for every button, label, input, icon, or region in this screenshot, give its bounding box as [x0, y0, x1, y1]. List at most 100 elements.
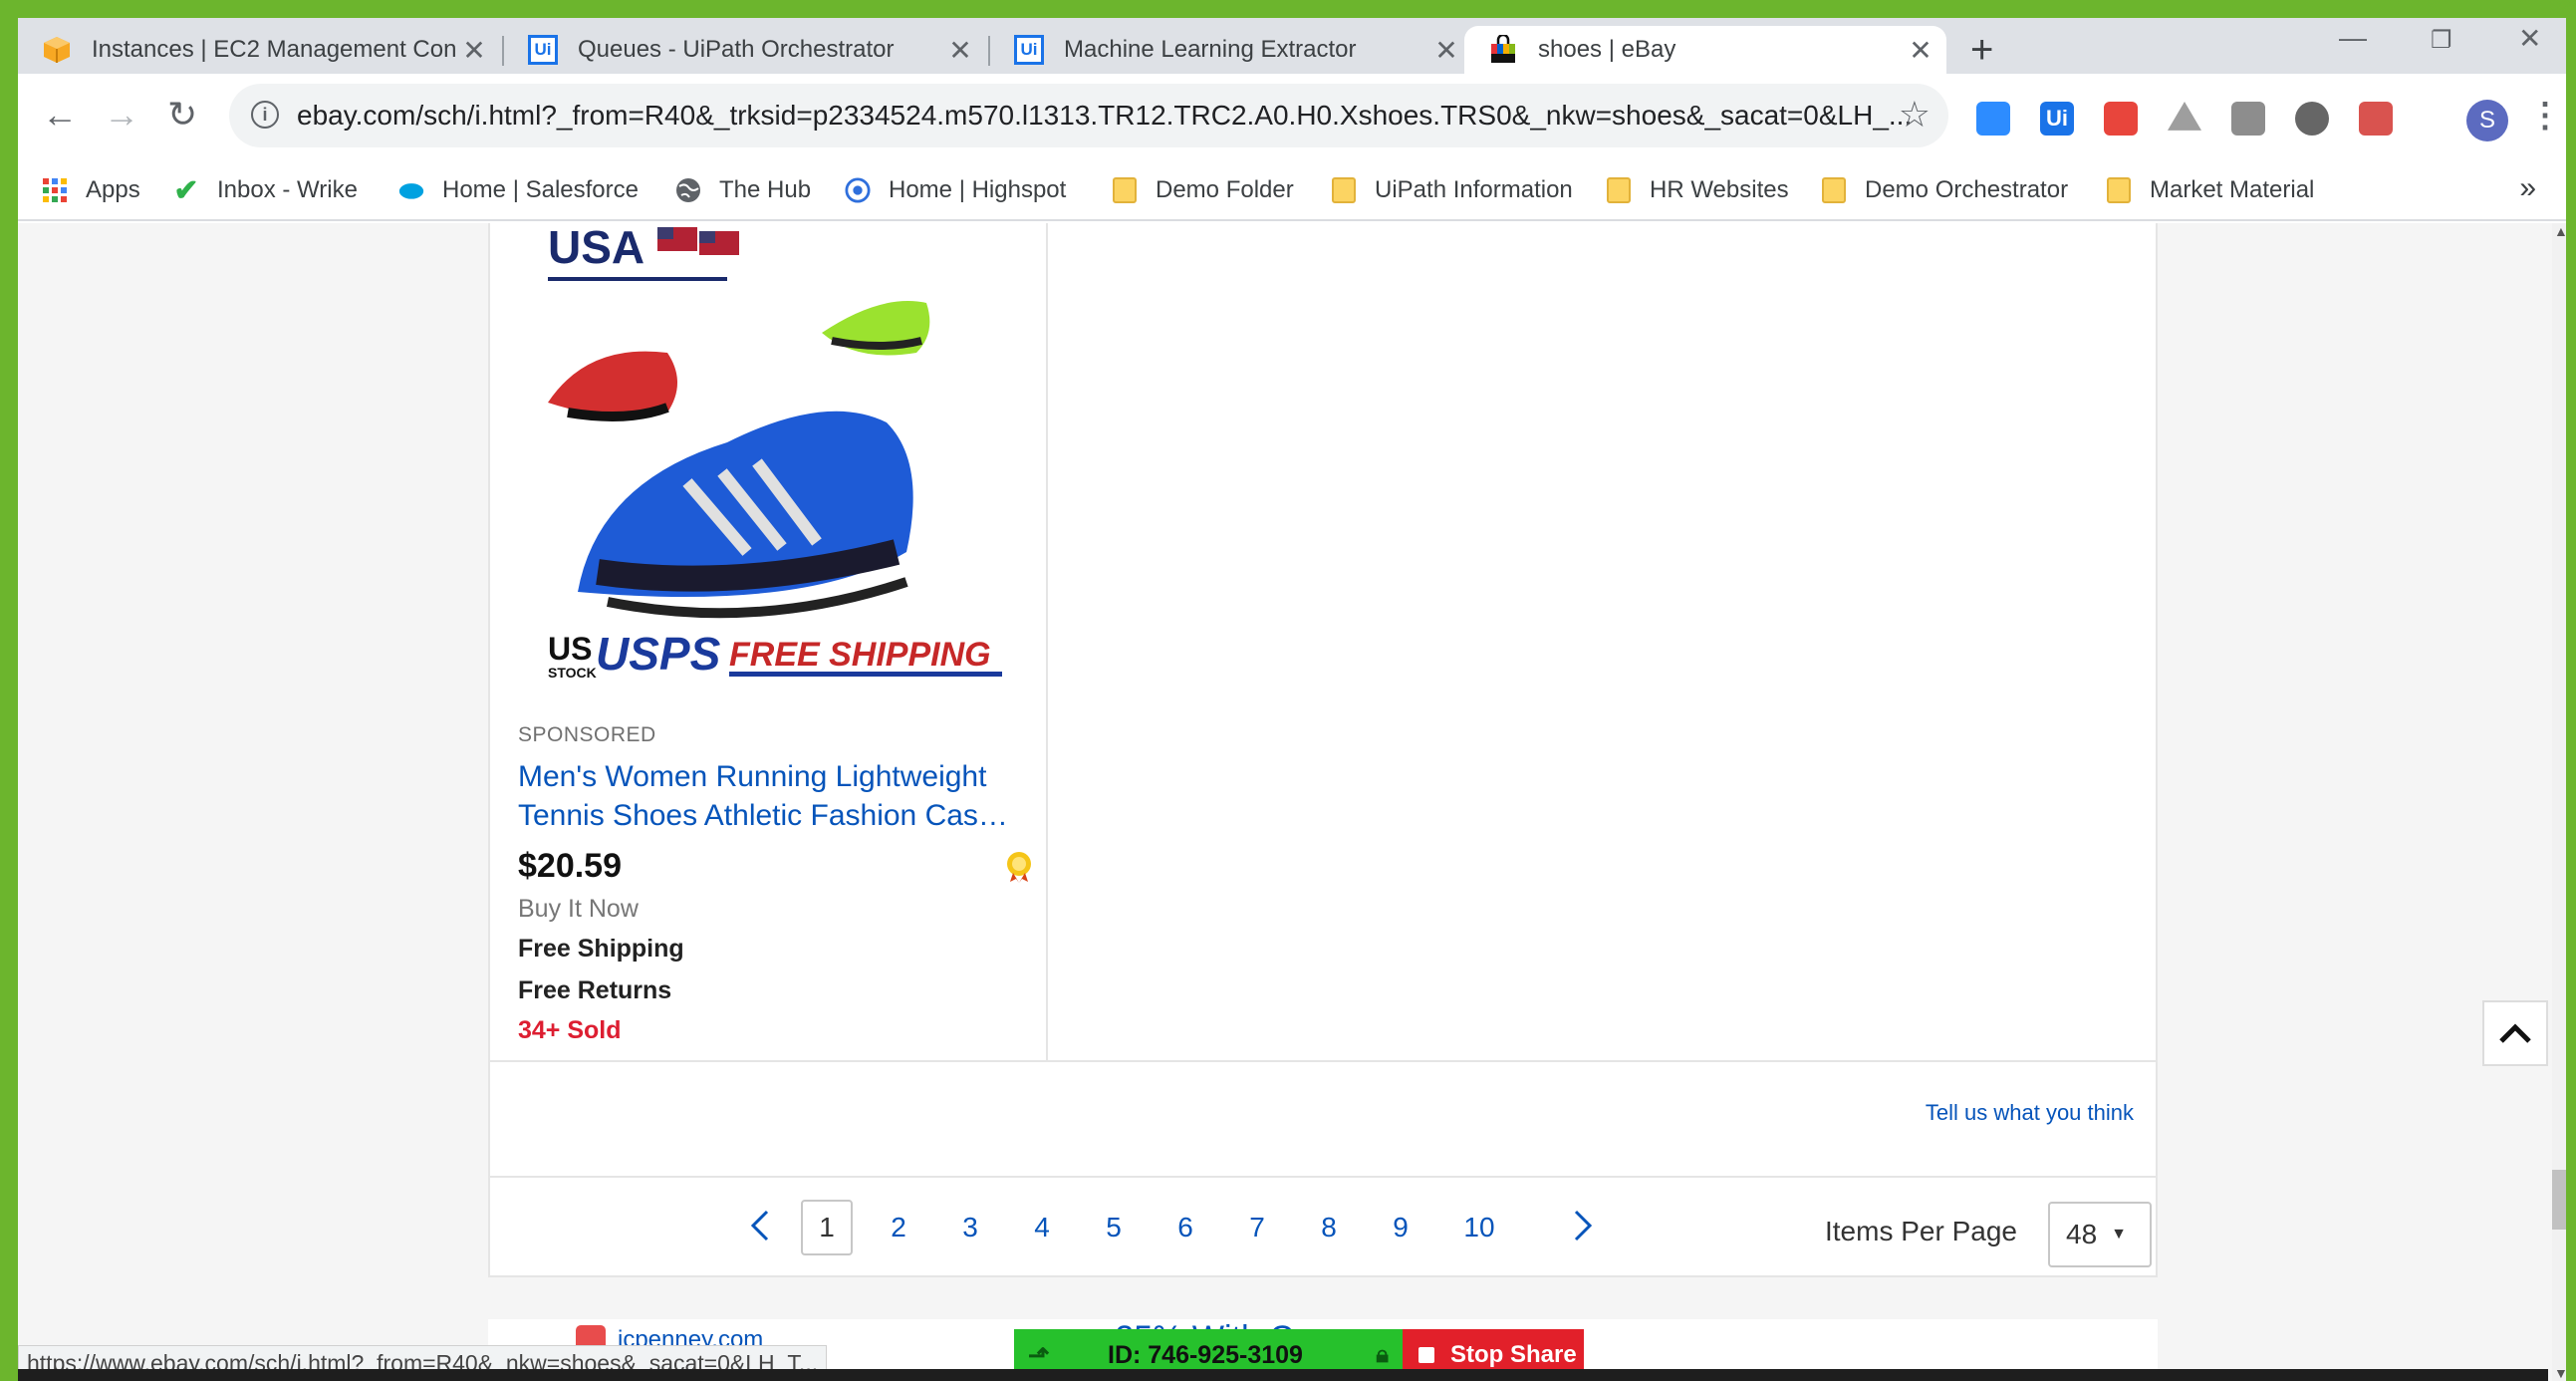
bookmark-the-hub[interactable]: The Hub: [675, 171, 811, 209]
sold-count-label: 34+ Sold: [518, 1016, 622, 1044]
divider: [490, 1060, 2156, 1062]
bookmark-highspot[interactable]: Home | Highspot: [845, 171, 1066, 209]
kebab-menu-icon[interactable]: ⋮: [2528, 96, 2562, 136]
bookmark-demo-folder[interactable]: Demo Folder: [1112, 171, 1294, 209]
close-icon[interactable]: ✕: [944, 34, 976, 67]
listing-title-link[interactable]: Men's Women Running Lightweight Tennis S…: [518, 757, 1026, 835]
folder-icon: [1331, 177, 1357, 203]
page-link-9[interactable]: 9: [1375, 1200, 1426, 1255]
back-to-top-button[interactable]: [2482, 1000, 2548, 1066]
stop-icon: [1418, 1347, 1434, 1363]
drive-extension-icon[interactable]: [2168, 102, 2201, 131]
scrollbar-thumb[interactable]: [2552, 1170, 2566, 1230]
lock-icon: 🔒︎: [1376, 1341, 1389, 1368]
items-per-page-select[interactable]: 48 ▼: [2048, 1202, 2152, 1267]
scroll-up-arrow-icon[interactable]: ▲: [2554, 223, 2566, 239]
image-us-text: US: [548, 631, 592, 667]
top-rated-badge-icon: [1002, 849, 1036, 883]
tab-orchestrator-queues[interactable]: Ui Queues - UiPath Orchestrator ✕: [504, 26, 986, 74]
page-link-5[interactable]: 5: [1088, 1200, 1140, 1255]
items-per-page-label: Items Per Page: [1825, 1216, 2017, 1246]
feedback-link[interactable]: Tell us what you think: [1926, 1100, 2134, 1126]
wrike-check-icon: ✔: [173, 173, 199, 207]
globe-icon: [675, 177, 701, 203]
bookmarks-bar: Apps ✔ Inbox - Wrike Home | Salesforce T…: [18, 159, 2566, 221]
results-card: USA US STOCK USPS FREE SHIPPING SPONSORE…: [488, 223, 2158, 1277]
bookmark-star-icon[interactable]: ☆: [1899, 94, 1931, 136]
bookmark-label: Demo Orchestrator: [1865, 176, 2069, 203]
reload-icon[interactable]: ↻: [167, 94, 197, 136]
bookmark-market-material[interactable]: Market Material: [2106, 171, 2314, 209]
page-link-8[interactable]: 8: [1303, 1200, 1355, 1255]
stop-share-label: Stop Share: [1450, 1341, 1577, 1368]
page-link-10[interactable]: 10: [1448, 1200, 1510, 1255]
salesforce-cloud-icon: [398, 177, 424, 203]
bookmark-extension-icon[interactable]: [2231, 102, 2265, 136]
apps-grid-icon: [42, 177, 68, 203]
page-link-4[interactable]: 4: [1016, 1200, 1068, 1255]
bookmark-salesforce[interactable]: Home | Salesforce: [398, 171, 639, 209]
uipath-icon: Ui: [1014, 35, 1044, 65]
folder-icon: [2106, 177, 2132, 203]
bookmark-label: Apps: [86, 176, 140, 203]
bookmark-label: Home | Salesforce: [442, 176, 639, 203]
buy-it-now-label: Buy It Now: [518, 895, 639, 923]
minimize-icon[interactable]: —: [2339, 22, 2367, 54]
page-link-1[interactable]: 1: [801, 1200, 853, 1255]
bookmark-label: HR Websites: [1650, 176, 1789, 203]
window-close-icon[interactable]: ✕: [2518, 22, 2541, 55]
uipath-icon: Ui: [528, 35, 558, 65]
folder-icon: [1821, 177, 1847, 203]
page-link-3[interactable]: 3: [944, 1200, 996, 1255]
pdf-extension-icon[interactable]: [2359, 102, 2393, 136]
bookmark-demo-orchestrator[interactable]: Demo Orchestrator: [1821, 171, 2068, 209]
restore-icon[interactable]: ❐: [2431, 26, 2452, 55]
prev-page-chevron-icon[interactable]: [747, 1206, 771, 1252]
address-bar[interactable]: i ebay.com/sch/i.html?_from=R40&_trksid=…: [229, 84, 1948, 147]
bookmark-wrike[interactable]: ✔ Inbox - Wrike: [173, 171, 358, 209]
image-usps-text: USPS: [596, 628, 721, 680]
avatar[interactable]: S: [2466, 100, 2508, 141]
close-icon[interactable]: ✕: [1430, 34, 1462, 67]
image-stock-text: STOCK: [548, 665, 597, 681]
product-image[interactable]: USA US STOCK USPS FREE SHIPPING: [538, 223, 1010, 682]
taskbar: [18, 1369, 2548, 1381]
page-viewport: USA US STOCK USPS FREE SHIPPING SPONSORE…: [18, 223, 2552, 1381]
scroll-down-arrow-icon[interactable]: ▼: [2554, 1365, 2566, 1381]
page-scrollbar[interactable]: ▲ ▼: [2552, 223, 2566, 1381]
red-extension-icon[interactable]: [2104, 102, 2138, 136]
highspot-icon: [845, 177, 871, 203]
forward-arrow-icon[interactable]: →: [104, 94, 139, 136]
bookmarks-overflow-button[interactable]: »: [2519, 171, 2536, 205]
caret-down-icon: ▼: [2111, 1226, 2127, 1243]
info-icon[interactable]: i: [251, 101, 279, 129]
close-icon[interactable]: ✕: [1905, 34, 1936, 67]
pin-icon[interactable]: ⬏: [1028, 1340, 1064, 1371]
page-link-7[interactable]: 7: [1231, 1200, 1283, 1255]
tab-ec2[interactable]: Instances | EC2 Management Con ✕: [18, 26, 500, 74]
tab-ebay-shoes[interactable]: shoes | eBay ✕: [1464, 26, 1946, 74]
free-shipping-label: Free Shipping: [518, 935, 684, 963]
folder-icon: [1606, 177, 1632, 203]
bookmark-label: The Hub: [719, 176, 812, 203]
bookmark-apps[interactable]: Apps: [42, 171, 140, 209]
zoom-extension-icon[interactable]: [1976, 102, 2010, 136]
close-icon[interactable]: ✕: [458, 34, 490, 67]
page-link-6[interactable]: 6: [1159, 1200, 1211, 1255]
browser-toolbar: ← → ↻ i ebay.com/sch/i.html?_from=R40&_t…: [18, 74, 2566, 159]
bookmark-hr-websites[interactable]: HR Websites: [1606, 171, 1789, 209]
chevron-up-icon: [2499, 1023, 2531, 1043]
listing-item[interactable]: USA US STOCK USPS FREE SHIPPING SPONSORE…: [490, 223, 1048, 1060]
new-tab-button[interactable]: +: [1970, 28, 1993, 73]
back-arrow-icon[interactable]: ←: [42, 94, 78, 136]
bookmark-uipath-information[interactable]: UiPath Information: [1331, 171, 1573, 209]
tab-title: shoes | eBay: [1538, 36, 1676, 63]
pagination: 1 2 3 4 5 6 7 8 9 10 Items Per Page 48 ▼: [490, 1178, 2156, 1277]
tab-ml-extractor[interactable]: Ui Machine Learning Extractor ✕: [990, 26, 1472, 74]
next-page-chevron-icon[interactable]: [1572, 1206, 1596, 1252]
uipath-extension-icon[interactable]: Ui: [2040, 102, 2074, 136]
items-per-page-value: 48: [2066, 1219, 2098, 1249]
address-url[interactable]: ebay.com/sch/i.html?_from=R40&_trksid=p2…: [297, 100, 1912, 132]
page-link-2[interactable]: 2: [873, 1200, 924, 1255]
circle-extension-icon[interactable]: [2295, 102, 2329, 136]
